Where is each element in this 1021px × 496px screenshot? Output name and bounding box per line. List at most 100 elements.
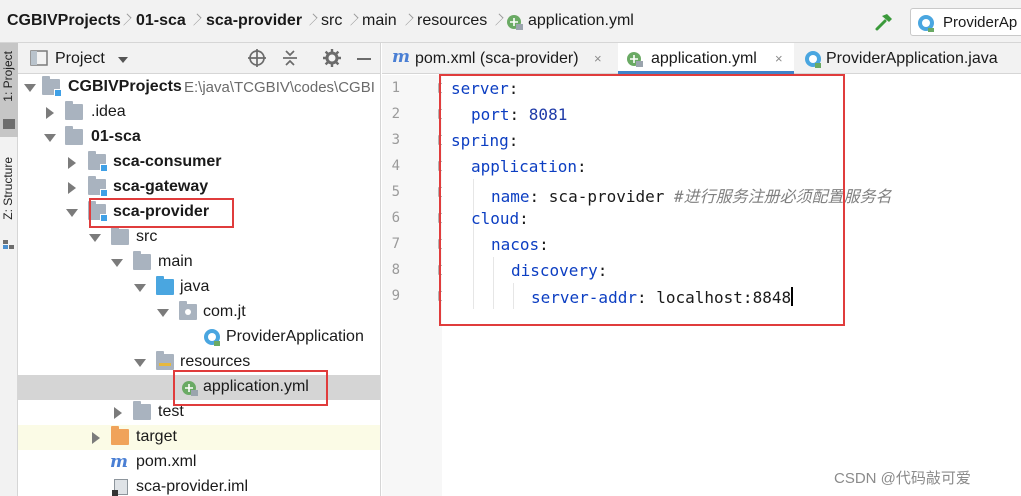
chevron-right-icon[interactable] bbox=[114, 407, 122, 419]
chevron-down-icon[interactable] bbox=[44, 134, 56, 142]
chevron-right-icon[interactable] bbox=[68, 157, 76, 169]
run-configuration-selector[interactable]: ProviderAp bbox=[910, 8, 1021, 36]
tree-item-sca-provider[interactable]: sca-provider bbox=[18, 200, 380, 225]
yaml-separator: : bbox=[576, 157, 587, 176]
left-tool-window-strip: 1: Project Z: Structure bbox=[0, 43, 18, 496]
locate-target-icon[interactable] bbox=[247, 48, 267, 68]
tree-item-label: 01-sca bbox=[91, 128, 141, 145]
iml-file-icon bbox=[112, 479, 128, 496]
breadcrumb-item-src[interactable]: src bbox=[321, 12, 342, 30]
chevron-right-icon[interactable] bbox=[46, 107, 54, 119]
gear-icon[interactable] bbox=[322, 48, 342, 68]
chevron-down-icon[interactable] bbox=[134, 284, 146, 292]
tree-item-main[interactable]: main bbox=[18, 250, 380, 275]
chevron-right-icon[interactable] bbox=[92, 432, 100, 444]
tab-application-yml[interactable]: application.yml × bbox=[618, 43, 794, 74]
tree-item-label: main bbox=[158, 253, 193, 270]
build-hammer-icon[interactable] bbox=[874, 12, 894, 32]
folder-icon bbox=[65, 101, 83, 120]
tree-item-label: sca-gateway bbox=[113, 178, 209, 195]
chevron-down-icon[interactable] bbox=[118, 57, 128, 63]
code-line: server: bbox=[451, 79, 518, 105]
project-tool-tab[interactable]: 1: Project bbox=[0, 43, 18, 137]
tree-item-application-yml[interactable]: application.yml bbox=[18, 375, 380, 400]
folder-icon bbox=[133, 251, 151, 270]
tab-close-icon[interactable]: × bbox=[775, 51, 783, 66]
excluded-folder-icon bbox=[111, 426, 129, 445]
watermark-text: CSDN @代码敲可爱 bbox=[834, 470, 971, 487]
tree-item-providerapplication[interactable]: ProviderApplication bbox=[18, 325, 380, 350]
chevron-down-icon[interactable] bbox=[134, 359, 146, 367]
code-line: nacos: bbox=[491, 235, 549, 261]
chevron-down-icon[interactable] bbox=[157, 309, 169, 317]
structure-tool-tab[interactable]: Z: Structure bbox=[0, 153, 18, 253]
breadcrumb-item-01-sca[interactable]: 01-sca bbox=[136, 12, 186, 30]
yaml-separator: : bbox=[539, 235, 549, 254]
tree-item-label: test bbox=[158, 403, 184, 420]
breadcrumb-separator-icon bbox=[492, 10, 500, 32]
tree-item-src[interactable]: src bbox=[18, 225, 380, 250]
yaml-value: localhost:8848 bbox=[656, 288, 792, 307]
tree-item-cgbivprojects[interactable]: CGBIVProjects E:\java\TCGBIV\codes\CGBI bbox=[18, 75, 380, 100]
tree-item-label: sca-consumer bbox=[113, 153, 222, 170]
yaml-separator: : bbox=[519, 209, 529, 228]
breadcrumb-item-main[interactable]: main bbox=[362, 12, 397, 30]
chevron-down-icon[interactable] bbox=[66, 209, 78, 217]
project-folder-icon bbox=[3, 119, 15, 129]
tab-pom-xml[interactable]: m pom.xml (sca-provider) × bbox=[382, 43, 612, 74]
chevron-down-icon[interactable] bbox=[89, 234, 101, 242]
editor-gutter: 1 2 3 4 5 6 7 8 9 bbox=[382, 75, 446, 496]
code-editor[interactable]: server: port: 8081 spring: application: … bbox=[442, 75, 1021, 496]
editor-tab-bar: m pom.xml (sca-provider) × application.y… bbox=[382, 43, 1021, 74]
tab-close-icon[interactable]: × bbox=[594, 51, 602, 66]
yaml-separator: : bbox=[508, 79, 519, 98]
tree-item-resources[interactable]: resources bbox=[18, 350, 380, 375]
tree-item-java[interactable]: java bbox=[18, 275, 380, 300]
minimize-icon[interactable] bbox=[354, 48, 374, 68]
yaml-comment: #进行服务注册必须配置服务名 bbox=[674, 187, 892, 206]
tree-item-idea[interactable]: .idea bbox=[18, 100, 380, 125]
spring-class-icon bbox=[804, 50, 822, 72]
tree-item-sca-gateway[interactable]: sca-gateway bbox=[18, 175, 380, 200]
tree-item-pom-xml[interactable]: m pom.xml bbox=[18, 450, 380, 475]
tree-item-label: application.yml bbox=[203, 378, 309, 395]
chevron-down-icon[interactable] bbox=[111, 259, 123, 267]
module-folder-icon bbox=[88, 176, 108, 197]
tree-item-label: java bbox=[180, 278, 210, 295]
tree-item-target[interactable]: target bbox=[18, 425, 380, 450]
chevron-down-icon[interactable] bbox=[24, 84, 36, 92]
tree-item-01-sca[interactable]: 01-sca bbox=[18, 125, 380, 150]
line-number: 7 bbox=[391, 236, 400, 252]
yaml-file-icon bbox=[506, 13, 524, 35]
breadcrumb-item-application-yml[interactable]: application.yml bbox=[528, 12, 634, 30]
tree-item-label: pom.xml bbox=[136, 453, 197, 470]
tab-providerapplication-java[interactable]: ProviderApplication.java bbox=[796, 43, 1021, 74]
breadcrumb-item-resources[interactable]: resources bbox=[417, 12, 487, 30]
indent-guide bbox=[493, 257, 494, 309]
spring-class-icon bbox=[917, 14, 935, 36]
breadcrumb-item-sca-provider[interactable]: sca-provider bbox=[206, 12, 302, 30]
tree-item-com-jt[interactable]: com.jt bbox=[18, 300, 380, 325]
tree-item-sca-provider-iml[interactable]: sca-provider.iml bbox=[18, 475, 380, 496]
folder-icon bbox=[111, 226, 129, 245]
project-view-selector[interactable]: Project bbox=[55, 50, 105, 68]
yaml-separator: : bbox=[529, 187, 549, 206]
tab-label: pom.xml (sca-provider) bbox=[415, 50, 579, 67]
tree-item-sca-consumer[interactable]: sca-consumer bbox=[18, 150, 380, 175]
code-line: port: 8081 bbox=[471, 105, 567, 131]
breadcrumb-item-cgbivprojects[interactable]: CGBIVProjects bbox=[7, 12, 121, 30]
project-tool-tab-label: 1: Project bbox=[1, 51, 15, 102]
breadcrumb-separator-icon bbox=[190, 10, 198, 32]
yaml-key: spring bbox=[451, 131, 509, 150]
folder-icon bbox=[133, 401, 151, 420]
project-tool-window: Project CGBIVProjects E:\java\TCGBIV\cod… bbox=[18, 43, 381, 496]
chevron-right-icon[interactable] bbox=[68, 182, 76, 194]
tree-item-label: target bbox=[136, 428, 177, 445]
tree-item-label: CGBIVProjects bbox=[68, 78, 182, 95]
tree-item-test[interactable]: test bbox=[18, 400, 380, 425]
maven-icon: m bbox=[110, 452, 128, 472]
yaml-key: port bbox=[471, 105, 510, 124]
tree-item-path: E:\java\TCGBIV\codes\CGBI bbox=[184, 79, 375, 96]
yaml-separator: : bbox=[508, 131, 519, 150]
collapse-all-icon[interactable] bbox=[280, 48, 300, 68]
